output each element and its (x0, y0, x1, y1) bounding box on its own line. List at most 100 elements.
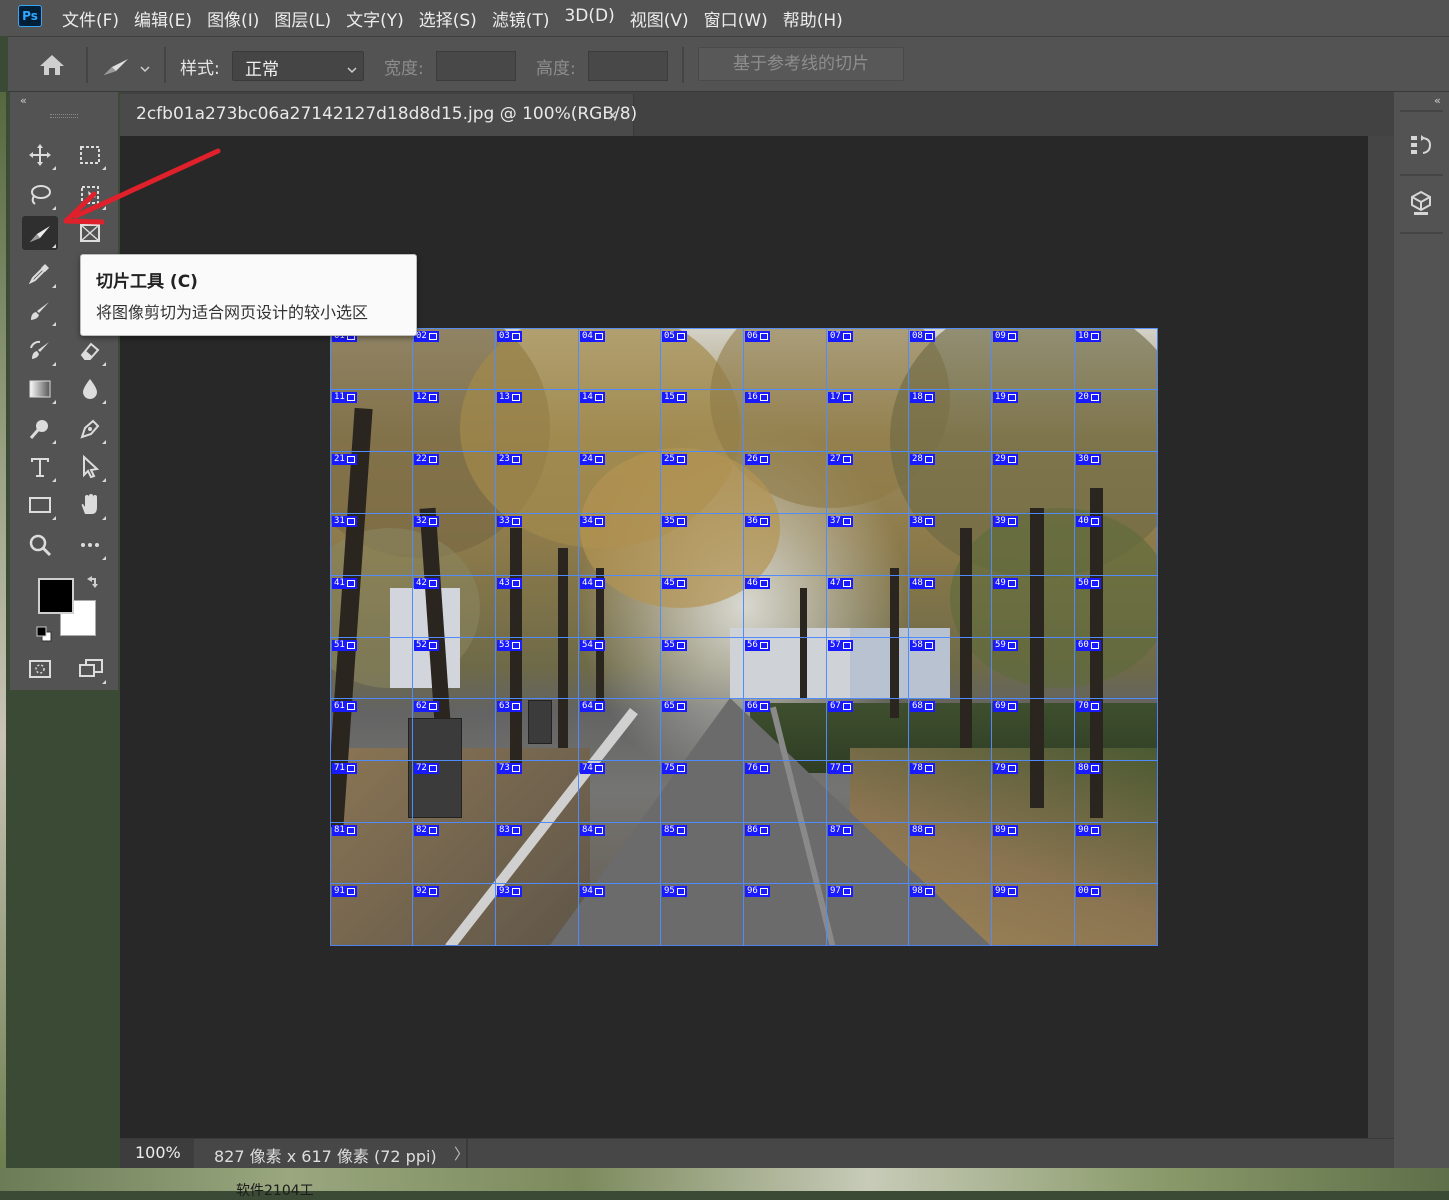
default-colors-icon[interactable] (36, 626, 52, 646)
slice-cell[interactable]: 99 (991, 883, 1075, 946)
slice-cell[interactable]: 53 (495, 637, 579, 699)
slice-cell[interactable]: 31 (330, 513, 413, 576)
slice-cell[interactable]: 29 (991, 451, 1075, 514)
slice-cell[interactable]: 87 (826, 822, 909, 884)
slice-cell[interactable]: 13 (495, 389, 579, 452)
slice-cell[interactable]: 46 (743, 575, 827, 638)
slice-cell[interactable]: 11 (330, 389, 413, 452)
slice-cell[interactable]: 39 (991, 513, 1075, 576)
zoom-level[interactable]: 100% (120, 1139, 194, 1168)
slice-cell[interactable]: 33 (495, 513, 579, 576)
menu-item[interactable]: 编辑(E) (134, 6, 201, 31)
slice-cell[interactable]: 06 (743, 328, 827, 390)
rectangle-tool[interactable] (22, 488, 58, 522)
slice-cell[interactable]: 35 (660, 513, 744, 576)
slice-cell[interactable]: 45 (660, 575, 744, 638)
vertical-scrollbar[interactable] (1368, 136, 1394, 1138)
slice-cell[interactable]: 52 (412, 637, 496, 699)
width-field[interactable] (436, 51, 516, 81)
zoom-tool[interactable] (22, 528, 58, 562)
slice-cell[interactable]: 63 (495, 698, 579, 761)
slice-cell[interactable]: 16 (743, 389, 827, 452)
slices-from-guides-button[interactable]: 基于参考线的切片 (698, 47, 904, 81)
slice-cell[interactable]: 07 (826, 328, 909, 390)
slice-cell[interactable]: 71 (330, 760, 413, 823)
slice-cell[interactable]: 65 (660, 698, 744, 761)
slice-cell[interactable]: 80 (1074, 760, 1158, 823)
slice-cell[interactable]: 93 (495, 883, 579, 946)
slice-cell[interactable]: 82 (412, 822, 496, 884)
slice-cell[interactable]: 20 (1074, 389, 1158, 452)
slice-cell[interactable]: 61 (330, 698, 413, 761)
slice-tool-preset-icon[interactable] (102, 55, 132, 81)
slice-cell[interactable]: 09 (991, 328, 1075, 390)
collapse-panels-button[interactable]: ‹‹ (1434, 94, 1441, 107)
style-select[interactable]: 正常 (232, 51, 364, 81)
slice-cell[interactable]: 02 (412, 328, 496, 390)
slice-cell[interactable]: 34 (578, 513, 661, 576)
brush-tool[interactable] (22, 294, 58, 328)
slice-cell[interactable]: 44 (578, 575, 661, 638)
height-field[interactable] (588, 51, 668, 81)
slice-cell[interactable]: 21 (330, 451, 413, 514)
slice-cell[interactable]: 97 (826, 883, 909, 946)
slice-cell[interactable]: 96 (743, 883, 827, 946)
slice-cell[interactable]: 05 (660, 328, 744, 390)
slice-cell[interactable]: 19 (991, 389, 1075, 452)
swap-colors-icon[interactable] (84, 574, 100, 594)
foreground-color-swatch[interactable] (38, 578, 74, 614)
menu-item[interactable]: 图层(L) (274, 6, 340, 31)
quick-mask-icon[interactable] (22, 652, 58, 686)
menu-item[interactable]: 滤镜(T) (492, 6, 559, 31)
slice-cell[interactable]: 25 (660, 451, 744, 514)
slice-cell[interactable]: 37 (826, 513, 909, 576)
slice-cell[interactable]: 12 (412, 389, 496, 452)
slice-cell[interactable]: 03 (495, 328, 579, 390)
eraser-tool[interactable] (72, 334, 108, 368)
menu-item[interactable]: 选择(S) (419, 6, 486, 31)
slice-cell[interactable]: 49 (991, 575, 1075, 638)
slice-cell[interactable]: 64 (578, 698, 661, 761)
menu-item[interactable]: 视图(V) (630, 6, 698, 31)
slice-cell[interactable]: 60 (1074, 637, 1158, 699)
slice-cell[interactable]: 51 (330, 637, 413, 699)
slice-cell[interactable]: 75 (660, 760, 744, 823)
move-tool[interactable] (22, 138, 58, 172)
slice-cell[interactable]: 28 (908, 451, 992, 514)
slice-cell[interactable]: 95 (660, 883, 744, 946)
slice-cell[interactable]: 40 (1074, 513, 1158, 576)
slice-cell[interactable]: 24 (578, 451, 661, 514)
slice-cell[interactable]: 74 (578, 760, 661, 823)
slice-cell[interactable]: 78 (908, 760, 992, 823)
slice-cell[interactable]: 47 (826, 575, 909, 638)
more-tools-icon[interactable] (72, 528, 108, 562)
slice-cell[interactable]: 69 (991, 698, 1075, 761)
slice-cell[interactable]: 81 (330, 822, 413, 884)
collapse-toolbar-button[interactable]: ‹‹ (20, 94, 27, 107)
menu-item[interactable]: 3D(D) (564, 6, 623, 31)
history-brush-tool[interactable] (22, 334, 58, 368)
slice-cell[interactable]: 90 (1074, 822, 1158, 884)
slice-cell[interactable]: 84 (578, 822, 661, 884)
slice-cell[interactable]: 26 (743, 451, 827, 514)
slice-cell[interactable]: 66 (743, 698, 827, 761)
slice-cell[interactable]: 89 (991, 822, 1075, 884)
blur-tool[interactable] (72, 372, 108, 406)
3d-panel-icon[interactable] (1408, 190, 1434, 220)
slice-cell[interactable]: 57 (826, 637, 909, 699)
slice-cell[interactable]: 54 (578, 637, 661, 699)
history-panel-icon[interactable] (1408, 132, 1434, 162)
slice-cell[interactable]: 41 (330, 575, 413, 638)
lasso-tool[interactable] (22, 178, 58, 212)
slice-cell[interactable]: 32 (412, 513, 496, 576)
slice-cell[interactable]: 76 (743, 760, 827, 823)
home-icon[interactable] (38, 53, 66, 81)
slice-cell[interactable]: 94 (578, 883, 661, 946)
slice-tool[interactable] (22, 216, 58, 250)
slice-cell[interactable]: 86 (743, 822, 827, 884)
slice-cell[interactable]: 48 (908, 575, 992, 638)
slice-cell[interactable]: 42 (412, 575, 496, 638)
slice-cell[interactable]: 04 (578, 328, 661, 390)
hand-tool[interactable] (72, 488, 108, 522)
panel-grip[interactable] (50, 114, 78, 118)
